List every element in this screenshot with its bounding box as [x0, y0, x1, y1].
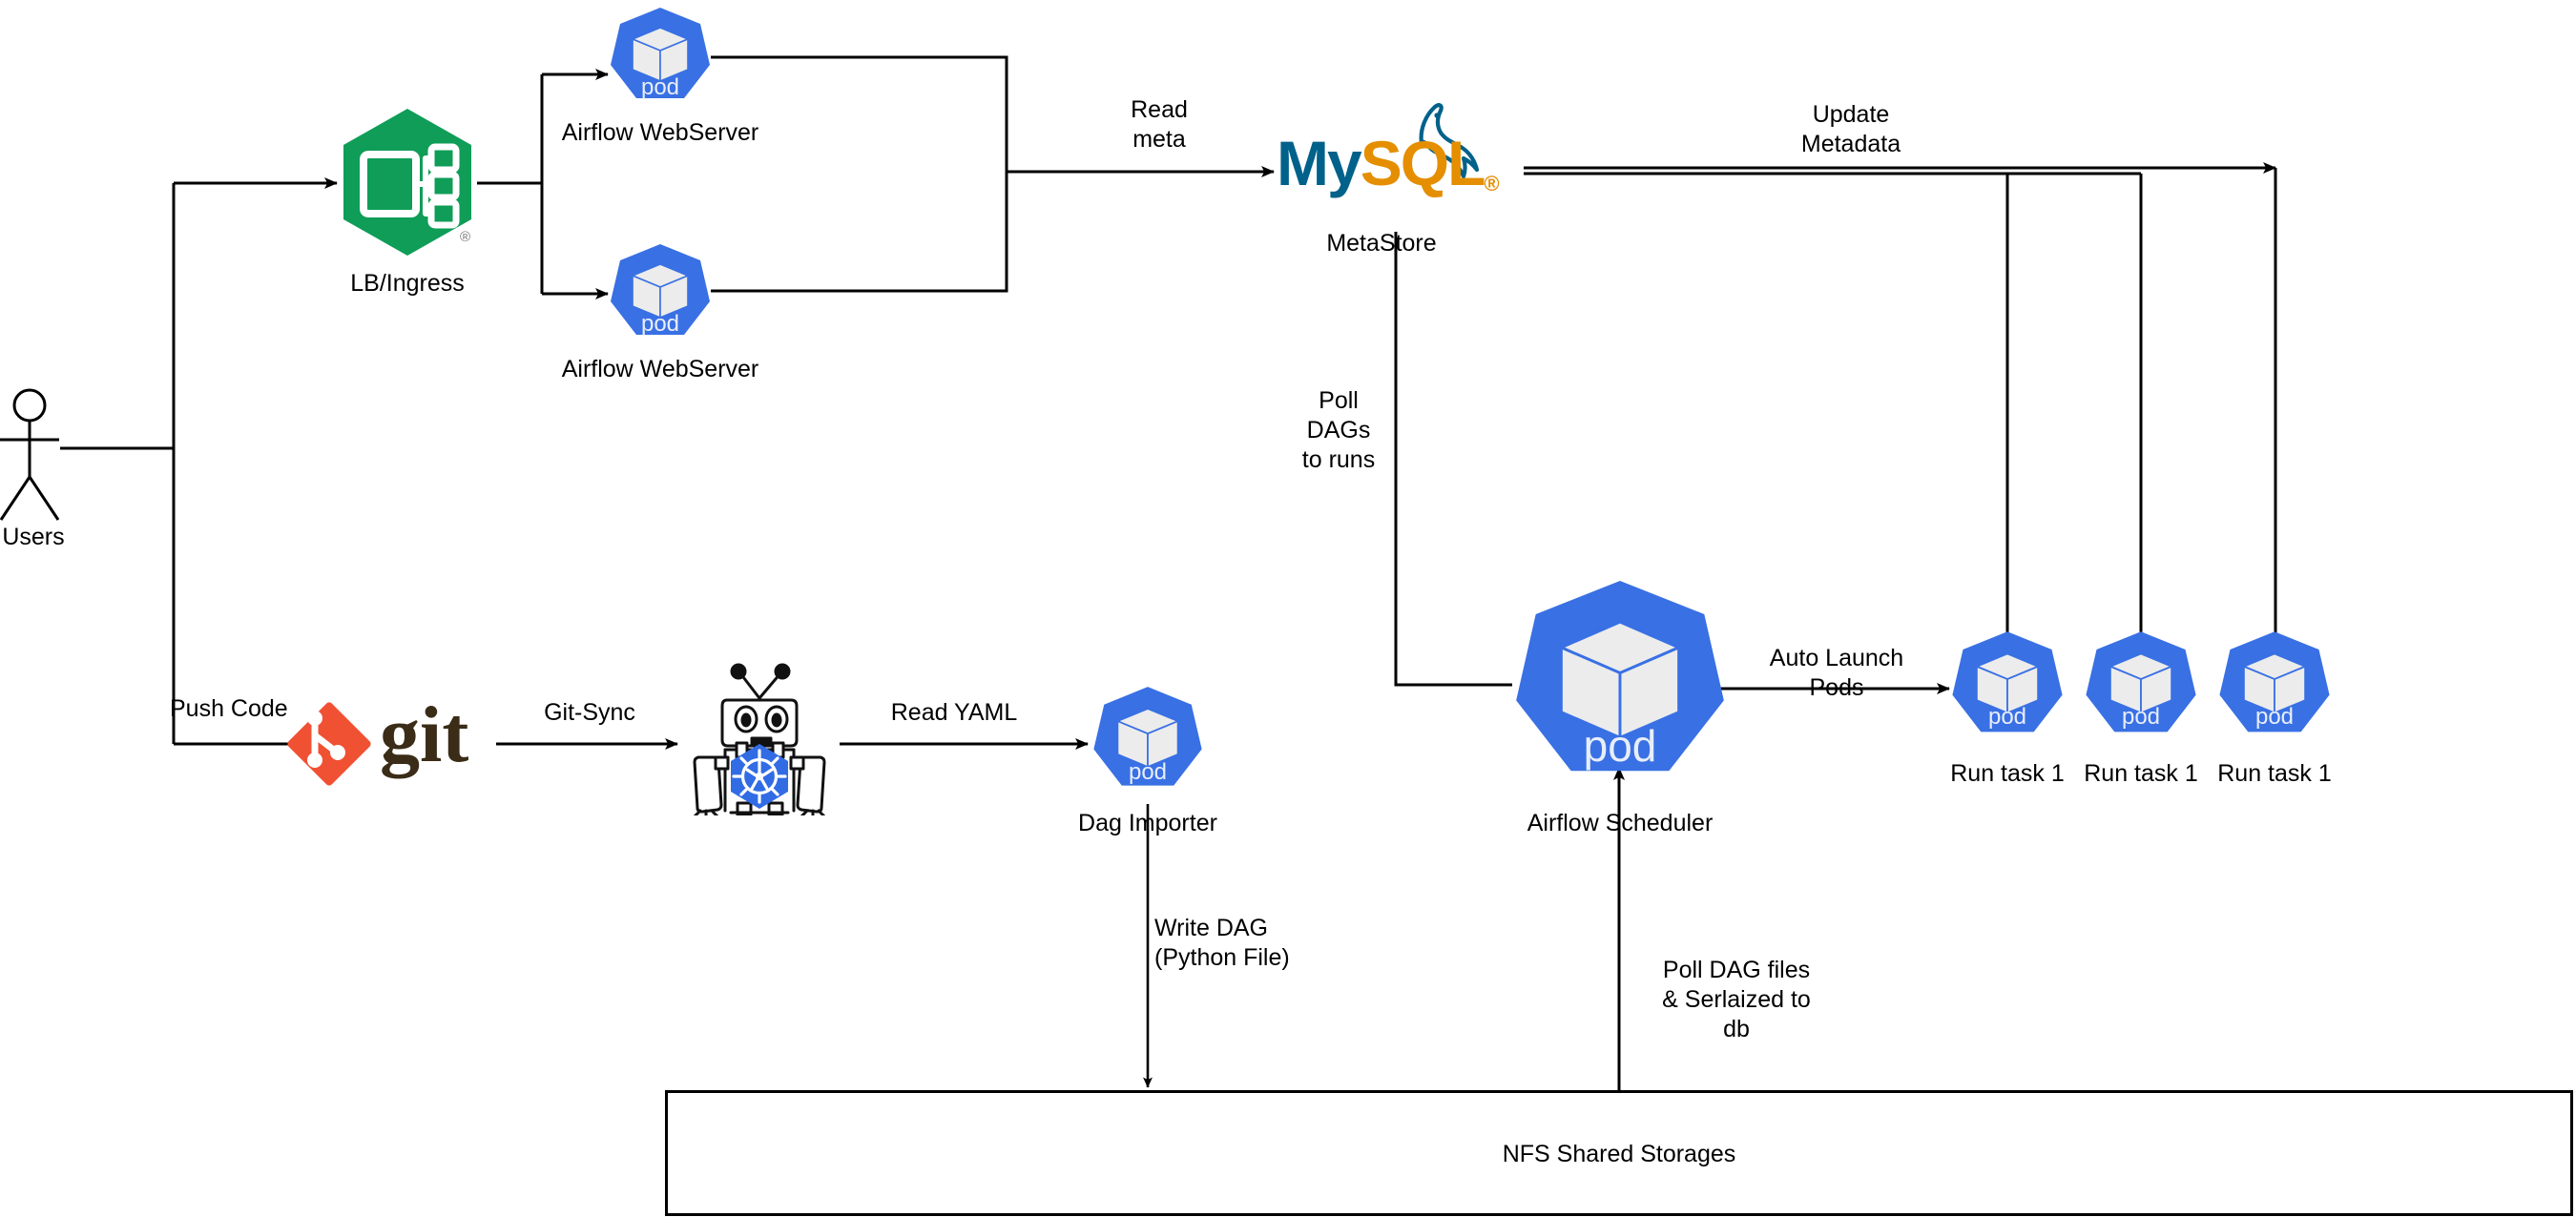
- kubernetes-robot-icon: [691, 663, 828, 821]
- run-task-pod-3-label: Run task 1: [2217, 760, 2332, 787]
- kubernetes-robot-node[interactable]: [677, 658, 841, 821]
- edge-label-git-sync: Git-Sync: [544, 699, 635, 726]
- actor-icon: [0, 388, 60, 521]
- run-task-pod-1-label: Run task 1: [1950, 760, 2065, 787]
- git-wordmark: git: [380, 691, 469, 779]
- run-task-pod-2-label: Run task 1: [2084, 760, 2198, 787]
- wire-users-spine: [60, 183, 176, 450]
- users-actor: [0, 382, 67, 544]
- edge-label-read-yaml: Read YAML: [890, 699, 1018, 726]
- diagram-canvas: Users ® LB/Ingress pod Airflow WebServer: [0, 0, 2576, 1217]
- nfs-shared-storage-label: NFS Shared Storages: [1502, 1141, 1736, 1167]
- pod-caption: pod: [1583, 721, 1657, 771]
- edge-label-push-code: Push Code: [170, 695, 288, 722]
- ingress-trademark-icon: ®: [460, 229, 471, 245]
- mysql-wordmark-my: My: [1277, 128, 1362, 198]
- lb-ingress-node[interactable]: [336, 105, 479, 262]
- run-task-pod-2-node[interactable]: pod: [2083, 629, 2199, 748]
- mysql-metastore-node[interactable]: MySQL®: [1277, 95, 1525, 219]
- run-task-pod-3-node[interactable]: pod: [2216, 629, 2333, 748]
- airflow-webserver-1-node[interactable]: pod: [608, 6, 713, 113]
- edge-label-write-dag: Write DAG (Python File): [1154, 915, 1290, 971]
- airflow-scheduler-node[interactable]: pod: [1509, 579, 1731, 798]
- run-task-pod-1-node[interactable]: pod: [1949, 629, 2066, 748]
- pod-caption: pod: [1128, 759, 1168, 785]
- dag-importer-node[interactable]: pod: [1091, 685, 1205, 801]
- wire-webserver-loop: [711, 55, 1008, 293]
- mysql-registered-icon: ®: [1484, 172, 1499, 196]
- airflow-webserver-2-label: Airflow WebServer: [561, 356, 759, 382]
- kubernetes-ingress-icon: [343, 109, 471, 256]
- pod-caption: pod: [2121, 704, 2161, 730]
- lb-ingress-label: LB/Ingress: [350, 270, 465, 297]
- airflow-scheduler-label: Airflow Scheduler: [1527, 810, 1714, 836]
- edge-label-update-metadata: Update Metadata: [1800, 101, 1901, 157]
- users-label: Users: [2, 524, 65, 550]
- mysql-wordmark-sql: SQL: [1360, 128, 1486, 198]
- edge-label-poll-dags-to-runs: Poll DAGs to runs: [1301, 387, 1376, 473]
- dag-importer-label: Dag Importer: [1078, 810, 1217, 836]
- airflow-webserver-2-node[interactable]: pod: [608, 242, 713, 349]
- pod-caption: pod: [640, 74, 680, 100]
- metastore-label: MetaStore: [1326, 230, 1437, 257]
- edge-label-poll-dag-files: Poll DAG files & Serlaized to db: [1662, 957, 1811, 1042]
- pod-caption: pod: [640, 311, 680, 337]
- pod-caption: pod: [1987, 704, 2027, 730]
- edge-label-read-meta: Read meta: [1131, 96, 1188, 153]
- edge-label-auto-launch-pods: Auto Launch Pods: [1769, 645, 1904, 701]
- airflow-webserver-1-label: Airflow WebServer: [561, 119, 759, 146]
- nfs-shared-storage-box: NFS Shared Storages: [665, 1090, 2573, 1216]
- pod-caption: pod: [2254, 704, 2295, 730]
